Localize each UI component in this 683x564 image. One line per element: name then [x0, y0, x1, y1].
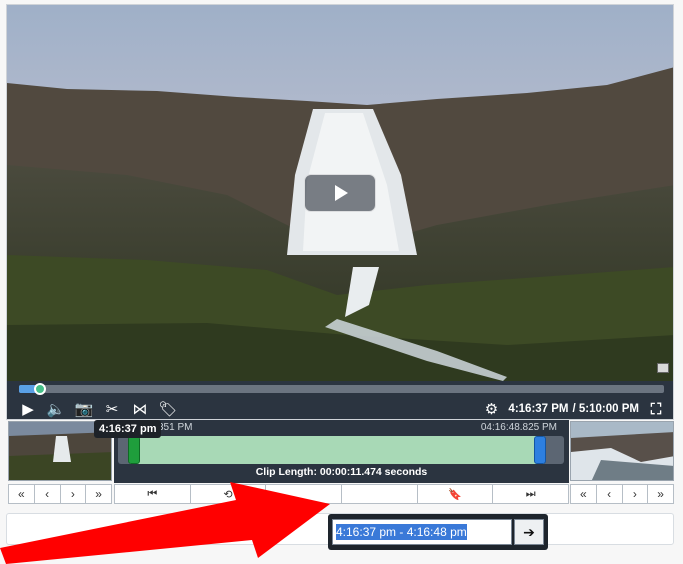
- bookmark-button[interactable]: 🔖: [418, 485, 494, 503]
- previous-navigation: «‹ ›»: [8, 484, 112, 504]
- clip-end-label: 04:16:48.825 PM: [480, 422, 557, 433]
- clip-action-4-button[interactable]: [342, 485, 418, 503]
- time-range-input[interactable]: 4:16:37 pm - 4:16:48 pm: [332, 519, 512, 545]
- thumbnail-next[interactable]: [570, 421, 674, 481]
- big-play-button[interactable]: [304, 174, 376, 212]
- tag-icon[interactable]: 🏷: [158, 400, 177, 418]
- play-icon: [335, 185, 348, 201]
- left-nav-prev-button[interactable]: ‹: [35, 485, 61, 503]
- video-player: ▶ 🔈 📷 ✂ ⋈ 🏷 ⚙ 4:16:37 PM / 5:10:00 PM ⛶: [6, 4, 674, 420]
- video-clip-editor: ▶ 🔈 📷 ✂ ⋈ 🏷 ⚙ 4:16:37 PM / 5:10:00 PM ⛶ «‹ ›» …: [0, 0, 683, 564]
- left-nav-next-button[interactable]: ›: [61, 485, 87, 503]
- player-controls: ▶ 🔈 📷 ✂ ⋈ 🏷 ⚙ 4:16:37 PM / 5:10:00 PM ⛶: [7, 381, 673, 419]
- coastline-thumbnail-image: [571, 422, 673, 480]
- left-nav-last-button[interactable]: »: [86, 485, 111, 503]
- right-nav-prev-button[interactable]: ‹: [597, 485, 623, 503]
- volume-icon[interactable]: 🔈: [47, 400, 66, 418]
- total-time: / 5:10:00 PM: [572, 403, 639, 415]
- clip-selected-range: [130, 436, 544, 464]
- go-button[interactable]: ➔: [514, 519, 544, 545]
- jump-end-button[interactable]: ⏭: [493, 485, 568, 503]
- right-nav-next-button[interactable]: ›: [623, 485, 649, 503]
- cut-range-icon[interactable]: ⋈: [131, 400, 149, 418]
- time-range-value: 4:16:37 pm - 4:16:48 pm: [336, 524, 467, 540]
- scissors-icon[interactable]: ✂: [103, 400, 121, 418]
- clip-start-handle[interactable]: [128, 436, 140, 464]
- clip-length-label: Clip Length: 00:00:11.474 seconds: [255, 466, 428, 478]
- settings-icon[interactable]: ⚙: [482, 400, 500, 418]
- clip-buttons: ⏮ ⟲ 🔖 ⏭: [114, 484, 569, 504]
- left-nav-first-button[interactable]: «: [9, 485, 35, 503]
- loop-button[interactable]: ⟲: [191, 485, 267, 503]
- right-nav-first-button[interactable]: «: [571, 485, 597, 503]
- clip-start-label: 351 PM: [158, 422, 193, 433]
- next-navigation: «‹ ›»: [570, 484, 674, 504]
- progress-bar[interactable]: [19, 383, 664, 395]
- video-frame[interactable]: [7, 5, 673, 381]
- progress-knob[interactable]: [34, 383, 46, 395]
- camera-icon[interactable]: 📷: [75, 400, 94, 418]
- play-icon[interactable]: ▶: [19, 400, 37, 418]
- caption-icon[interactable]: [657, 363, 669, 373]
- current-time: 4:16:37 PM: [508, 403, 569, 415]
- clip-range-panel: 351 PM 04:16:48.825 PM Clip Length: 00:0…: [114, 420, 569, 483]
- time-display: ⚙ 4:16:37 PM / 5:10:00 PM ⛶: [482, 399, 665, 419]
- time-range-popup: 4:16:37 pm - 4:16:48 pm ➔: [328, 514, 548, 550]
- time-tooltip: 4:16:37 pm: [94, 420, 162, 438]
- jump-start-button[interactable]: ⏮: [115, 485, 191, 503]
- clip-end-handle[interactable]: [534, 436, 546, 464]
- right-nav-last-button[interactable]: »: [648, 485, 673, 503]
- control-icons: ▶ 🔈 📷 ✂ ⋈ 🏷: [19, 399, 177, 419]
- clip-track[interactable]: [118, 436, 564, 464]
- clip-action-3-button[interactable]: [266, 485, 343, 503]
- fullscreen-icon[interactable]: ⛶: [647, 400, 665, 418]
